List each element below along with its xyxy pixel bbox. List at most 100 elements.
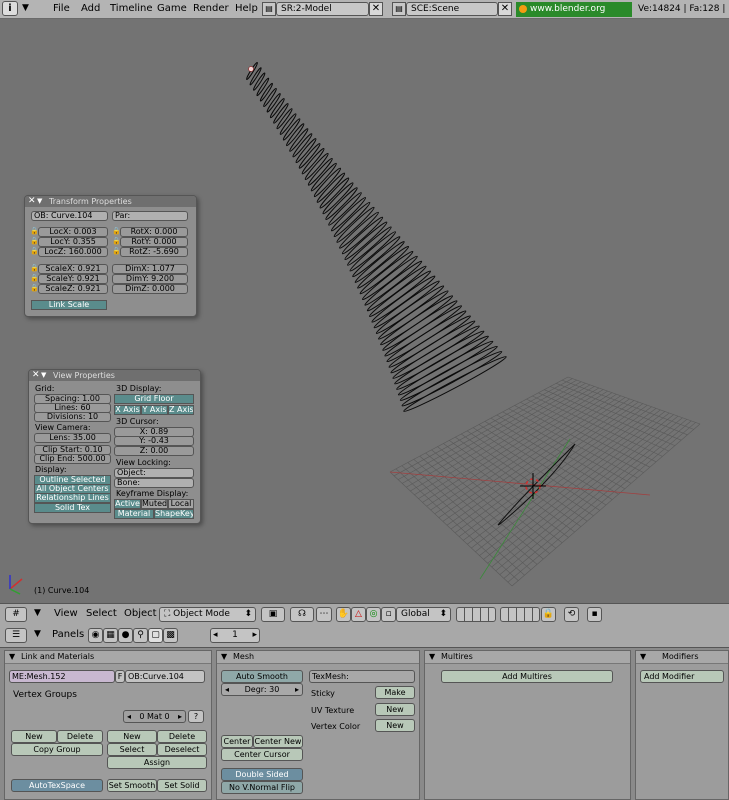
translate-icon[interactable]: △: [351, 607, 366, 622]
draw-type-select[interactable]: ▣: [261, 607, 285, 622]
collapse-icon[interactable]: ▼: [640, 651, 646, 663]
dimy-field[interactable]: DimY: 9.200: [112, 274, 188, 284]
collapse-icon[interactable]: ▼: [429, 651, 435, 663]
screen-delete-icon[interactable]: ✕: [369, 2, 383, 16]
object-context-icon[interactable]: ⚲: [133, 628, 148, 643]
menu-add[interactable]: Add: [81, 3, 100, 14]
object-datablock-field[interactable]: OB:Curve.104: [125, 670, 205, 683]
scalez-field[interactable]: ScaleZ: 0.921: [38, 284, 108, 294]
arrow-right-icon[interactable]: ▸: [295, 684, 299, 695]
smooth-degree-field[interactable]: ◂ Degr: 30 ▸: [221, 683, 303, 696]
script-context-icon[interactable]: ▦: [103, 628, 118, 643]
menu-view[interactable]: View: [54, 608, 78, 619]
lens-field[interactable]: Lens: 35.00: [34, 433, 111, 443]
multires-header[interactable]: ▼ Multires: [425, 651, 630, 664]
scene-delete-icon[interactable]: ✕: [498, 2, 512, 16]
screen-browse-icon[interactable]: ▤: [262, 2, 276, 16]
locx-field[interactable]: LocX: 0.003: [38, 227, 108, 237]
local-toggle[interactable]: Local: [168, 499, 194, 509]
lock-layers-icon[interactable]: 🔒: [541, 607, 556, 622]
menu-render[interactable]: Render: [193, 3, 229, 14]
set-solid-button[interactable]: Set Solid: [157, 779, 207, 792]
lock-icon[interactable]: 🔒: [30, 264, 39, 273]
render-preview-icon[interactable]: ▪: [587, 607, 602, 622]
modifiers-header[interactable]: ▼ Modifiers: [636, 651, 728, 664]
scalex-field[interactable]: ScaleX: 0.921: [38, 264, 108, 274]
transform-panel-header[interactable]: ✕ ▼ Transform Properties: [25, 196, 196, 207]
arrow-left-icon[interactable]: ◂: [225, 684, 229, 695]
dimx-field[interactable]: DimX: 1.077: [112, 264, 188, 274]
parent-field[interactable]: Par:: [112, 211, 188, 221]
blender-url-link[interactable]: www.blender.org 249.2: [516, 2, 632, 29]
x-axis-toggle[interactable]: X Axis: [114, 405, 141, 415]
editor-type-icon[interactable]: #: [5, 607, 27, 622]
assign-material-button[interactable]: Assign: [107, 756, 207, 769]
arrow-left-icon[interactable]: ◂: [213, 629, 218, 642]
active-toggle[interactable]: Active: [114, 499, 141, 509]
shapekey-toggle[interactable]: ShapeKey: [154, 509, 194, 519]
grid-floor-toggle[interactable]: Grid Floor: [114, 394, 194, 404]
mode-select[interactable]: ⛶ Object Mode ⬍: [159, 607, 256, 622]
logic-context-icon[interactable]: ◉: [88, 628, 103, 643]
editor-type-icon[interactable]: ☰: [5, 628, 27, 643]
view-panel-header[interactable]: ✕ ▼ View Properties: [29, 370, 200, 381]
material-index-field[interactable]: ◂ 0 Mat 0 ▸: [123, 710, 186, 723]
lock-icon[interactable]: 🔒: [30, 247, 39, 256]
clip-end-field[interactable]: Clip End: 500.00: [34, 454, 111, 464]
lock-object-field[interactable]: Object:: [114, 468, 194, 478]
arrow-left-icon[interactable]: ◂: [127, 711, 131, 722]
ogl-render-icon[interactable]: ⟲: [564, 607, 579, 622]
solid-tex-toggle[interactable]: Solid Tex: [34, 503, 111, 513]
cursor-z-field[interactable]: Z: 0.00: [114, 446, 194, 456]
deselect-material-button[interactable]: Deselect: [157, 743, 207, 756]
new-vertex-color-button[interactable]: New: [375, 719, 415, 732]
scene-name-field[interactable]: SCE:Scene: [406, 2, 498, 16]
scene-browse-icon[interactable]: ▤: [392, 2, 406, 16]
delete-material-button[interactable]: Delete: [157, 730, 207, 743]
dimz-field[interactable]: DimZ: 0.000: [112, 284, 188, 294]
link-materials-header[interactable]: ▼ Link and Materials: [5, 651, 211, 664]
lock-icon[interactable]: 🔒: [112, 247, 121, 256]
rotate-icon[interactable]: ◎: [366, 607, 381, 622]
snap-icon[interactable]: ⋯: [316, 607, 332, 622]
grid-divisions-field[interactable]: Divisions: 10: [34, 412, 111, 422]
make-sticky-button[interactable]: Make: [375, 686, 415, 699]
lock-icon[interactable]: 🔒: [30, 284, 39, 293]
fake-user-button[interactable]: F: [115, 670, 125, 683]
object-name-field[interactable]: OB: Curve.104: [31, 211, 108, 221]
menu-timeline[interactable]: Timeline: [110, 3, 153, 14]
material-toggle[interactable]: Material: [114, 509, 154, 519]
relationship-lines-toggle[interactable]: Relationship Lines: [34, 493, 111, 503]
muted-toggle[interactable]: Muted: [141, 499, 168, 509]
layer-buttons-left[interactable]: [456, 607, 496, 622]
rotz-field[interactable]: RotZ: -5.690: [120, 247, 188, 257]
cursor-y-field[interactable]: Y: -0.43: [114, 436, 194, 446]
collapse-icon[interactable]: ▼: [221, 651, 227, 663]
locz-field[interactable]: LocZ: 160.000: [38, 247, 108, 257]
frame-field[interactable]: ◂ 1 ▸: [210, 628, 260, 643]
no-vnormal-flip-toggle[interactable]: No V.Normal Flip: [221, 781, 303, 794]
new-uv-texture-button[interactable]: New: [375, 703, 415, 716]
mesh-header[interactable]: ▼ Mesh: [217, 651, 419, 664]
manipulator-hand-icon[interactable]: ✋: [336, 607, 351, 622]
lock-icon[interactable]: 🔒: [30, 274, 39, 283]
collapse-icon[interactable]: ▼: [41, 370, 46, 381]
center-new-button[interactable]: Center New: [253, 735, 303, 748]
rotx-field[interactable]: RotX: 0.000: [120, 227, 188, 237]
link-scale-toggle[interactable]: Link Scale: [31, 300, 107, 310]
copy-group-button[interactable]: Copy Group: [11, 743, 103, 756]
arrow-right-icon[interactable]: ▸: [178, 711, 182, 722]
scaley-field[interactable]: ScaleY: 0.921: [38, 274, 108, 284]
auto-smooth-toggle[interactable]: Auto Smooth: [221, 670, 303, 683]
delete-vertex-group-button[interactable]: Delete: [57, 730, 103, 743]
y-axis-toggle[interactable]: Y Axis: [141, 405, 168, 415]
locy-field[interactable]: LocY: 0.355: [38, 237, 108, 247]
scale-icon[interactable]: ▫: [381, 607, 396, 622]
center-button[interactable]: Center: [221, 735, 253, 748]
collapse-triangle-icon[interactable]: ▼: [22, 3, 29, 13]
3d-viewport[interactable]: ✕ ▼ Transform Properties OB: Curve.104 P…: [0, 19, 729, 602]
menu-file[interactable]: File: [53, 3, 70, 14]
close-icon[interactable]: ✕: [28, 196, 36, 207]
close-icon[interactable]: ✕: [32, 370, 40, 381]
menu-game[interactable]: Game: [157, 3, 187, 14]
